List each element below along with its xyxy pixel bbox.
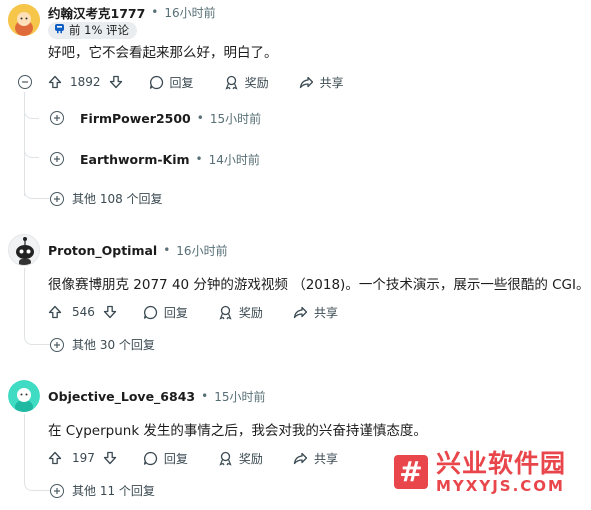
expand-reply-button[interactable] xyxy=(50,152,64,166)
thread-line xyxy=(24,414,25,476)
share-label: 共享 xyxy=(313,305,338,320)
share-button[interactable]: 共享 xyxy=(293,450,338,467)
more-replies-icon xyxy=(50,337,64,352)
more-replies-button[interactable]: 其他 11 个回复 xyxy=(50,482,155,499)
thread-connector xyxy=(24,106,39,119)
award-label: 奖励 xyxy=(238,305,263,320)
thread-connector xyxy=(24,328,51,345)
comment-body: 好吧，它不会看起来那么好，明白了。 xyxy=(48,45,278,61)
more-replies-icon xyxy=(50,483,64,498)
collapse-thread-button[interactable] xyxy=(18,75,32,89)
share-label: 共享 xyxy=(313,451,338,466)
comment-time: 15小时前 xyxy=(214,389,266,404)
reply-label: 回复 xyxy=(163,305,188,320)
comment-author[interactable]: 约翰汉考克1777 xyxy=(48,3,145,22)
thread-connector xyxy=(24,183,51,199)
share-label: 共享 xyxy=(319,75,344,90)
downvote-icon[interactable] xyxy=(103,305,117,319)
thread-connector xyxy=(24,474,51,491)
vote-count: 197 xyxy=(72,451,95,465)
reply-label: 回复 xyxy=(163,451,188,466)
share-button[interactable]: 共享 xyxy=(293,304,338,321)
share-icon xyxy=(293,452,308,464)
watermark-title: 兴业软件园 xyxy=(436,449,567,478)
comment-author[interactable]: Objective_Love_6843 xyxy=(48,389,195,404)
thread-connector xyxy=(24,145,39,158)
vote-count: 546 xyxy=(72,305,95,319)
award-icon xyxy=(219,305,232,320)
reply-button[interactable]: 回复 xyxy=(149,74,194,91)
reply-author[interactable]: FirmPower2500 xyxy=(80,111,191,126)
reply-time: 14小时前 xyxy=(208,152,260,167)
collapsed-reply[interactable]: FirmPower2500 • 15小时前 xyxy=(80,110,261,126)
more-replies-icon xyxy=(50,191,64,206)
separator-dot: • xyxy=(151,5,159,19)
comment-body: 很像赛博朋克 2077 40 分钟的游戏视频 （2018)。一个技术演示，展示一… xyxy=(48,277,590,293)
upvote-icon[interactable] xyxy=(48,75,62,89)
reply-button[interactable]: 回复 xyxy=(143,304,188,321)
comment-body: 在 Cyperpunk 发生的事情之后，我会对我的兴奋持谨慎态度。 xyxy=(48,423,427,439)
award-icon xyxy=(219,451,232,466)
more-replies-label: 其他 108 个回复 xyxy=(72,192,163,206)
separator-dot: • xyxy=(196,111,204,125)
expand-reply-button[interactable] xyxy=(50,111,64,125)
more-replies-button[interactable]: 其他 108 个回复 xyxy=(50,190,163,207)
upvote-icon[interactable] xyxy=(48,451,62,465)
watermark: # 兴业软件园 MYXYJS.COM xyxy=(390,448,571,496)
plus-icon xyxy=(54,115,60,121)
more-replies-button[interactable]: 其他 30 个回复 xyxy=(50,336,155,353)
collapsed-reply[interactable]: Earthworm-Kim • 14小时前 xyxy=(80,151,260,167)
share-icon xyxy=(299,76,313,88)
reply-icon xyxy=(143,305,158,319)
watermark-subtitle: MYXYJS.COM xyxy=(436,476,565,495)
more-replies-label: 其他 30 个回复 xyxy=(72,338,155,352)
separator-dot: • xyxy=(195,152,203,166)
action-bar: 197 回复 奖励 共享 xyxy=(48,449,338,467)
award-button[interactable]: 奖励 xyxy=(218,304,263,321)
reply-icon xyxy=(143,451,158,465)
reply-author[interactable]: Earthworm-Kim xyxy=(80,152,190,167)
award-button[interactable]: 奖励 xyxy=(218,450,263,467)
separator-dot: • xyxy=(163,243,171,257)
downvote-icon[interactable] xyxy=(103,451,117,465)
avatar[interactable] xyxy=(8,234,40,266)
thread-line xyxy=(24,268,25,330)
comment-time: 16小时前 xyxy=(176,243,228,258)
plus-icon xyxy=(54,156,60,162)
minus-icon xyxy=(22,81,28,83)
award-icon xyxy=(224,75,238,90)
award-label: 奖励 xyxy=(238,451,263,466)
share-icon xyxy=(293,306,308,318)
share-button[interactable]: 共享 xyxy=(299,74,344,91)
downvote-icon[interactable] xyxy=(109,75,123,89)
avatar[interactable] xyxy=(8,380,40,412)
avatar[interactable] xyxy=(8,4,40,36)
reply-icon xyxy=(149,75,163,89)
award-label: 奖励 xyxy=(244,75,269,90)
comment-author[interactable]: Proton_Optimal xyxy=(48,243,157,258)
action-bar: 546 回复 奖励 共享 xyxy=(48,303,338,321)
more-replies-label: 其他 11 个回复 xyxy=(72,484,155,498)
separator-dot: • xyxy=(201,389,209,403)
comment-time: 16小时前 xyxy=(164,5,216,20)
badge-label: 前 1% 评论 xyxy=(69,23,130,37)
top-comment-badge: 前 1% 评论 xyxy=(48,22,138,39)
action-bar: 1892 回复 奖励 共享 xyxy=(48,73,344,91)
upvote-icon[interactable] xyxy=(48,305,62,319)
vote-count: 1892 xyxy=(70,75,101,89)
reply-time: 15小时前 xyxy=(209,111,262,126)
award-button[interactable]: 奖励 xyxy=(224,74,269,91)
reply-button[interactable]: 回复 xyxy=(143,450,188,467)
watermark-logo-icon: # xyxy=(394,455,428,489)
reply-label: 回复 xyxy=(169,75,194,90)
badge-icon xyxy=(54,22,65,39)
